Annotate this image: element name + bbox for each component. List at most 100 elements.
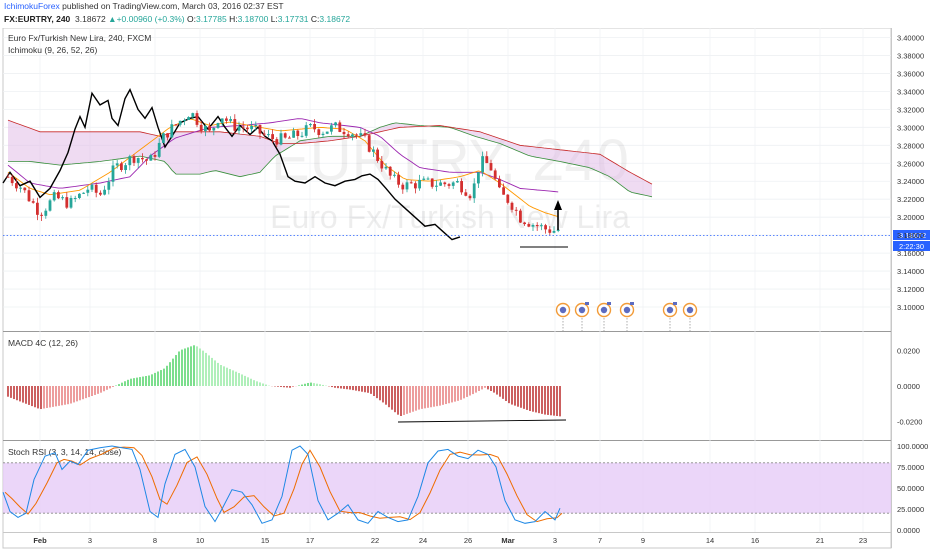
author-link[interactable]: IchimokuForex (4, 1, 60, 11)
candle-body (384, 166, 388, 169)
stoch-axis-label: 100.0000 (897, 442, 928, 451)
candle-body (527, 224, 531, 227)
candle-body (69, 198, 73, 208)
candle-body (15, 183, 18, 189)
macd-axis-label: 0.0000 (897, 382, 920, 391)
candle-body (183, 120, 186, 122)
candle-body (456, 181, 459, 183)
price-axis-label: 3.26000 (897, 159, 924, 168)
time-axis-label: 3 (553, 536, 557, 545)
macd-pane-title[interactable]: MACD 4C (12, 26) (8, 338, 78, 348)
chart-area[interactable]: EURTRY, 240 Euro Fx/Turkish New Lira Eur… (0, 28, 932, 550)
candle-body (132, 156, 136, 163)
candle-body (61, 197, 64, 199)
candle-body (73, 197, 77, 199)
candle-body (439, 182, 442, 186)
symbol-header: FX:EURTRY, 240 3.18672 ▲+0.00960 (+0.3%)… (4, 14, 351, 24)
candle-body (363, 133, 367, 136)
candle-body (187, 117, 190, 121)
candle-body (485, 156, 489, 164)
candle-body (6, 176, 10, 178)
candle-body (300, 135, 304, 137)
candle-body (422, 178, 426, 180)
macd-axis-label: -0.0200 (897, 418, 922, 427)
candle-body (304, 125, 308, 136)
time-axis-label: 17 (306, 536, 314, 545)
candle-body (544, 225, 547, 230)
candle-body (418, 179, 421, 189)
candle-body (191, 113, 195, 118)
candle-body (115, 163, 119, 166)
candle-body (149, 155, 153, 161)
candle-body (372, 149, 375, 152)
candle-body (502, 187, 505, 195)
event-flag-icon (607, 302, 611, 305)
symbol-label[interactable]: FX:EURTRY, 240 (4, 14, 70, 24)
ichimoku-legend[interactable]: Ichimoku (9, 26, 52, 26) (8, 45, 97, 55)
price-axis-label: 3.40000 (897, 33, 924, 42)
time-axis-label: 3 (88, 536, 92, 545)
candle-body (292, 130, 295, 138)
candle-body (225, 118, 228, 121)
main-pane-title: Euro Fx/Turkish New Lira, 240, FXCM (8, 33, 151, 43)
candle-body (330, 125, 333, 132)
event-marker (619, 302, 635, 331)
candle-body (388, 166, 392, 176)
candle-body (107, 181, 111, 190)
time-axis-label: 15 (261, 536, 269, 545)
candle-body (523, 222, 526, 225)
candle-body (212, 127, 216, 131)
price-axis-label: 3.24000 (897, 177, 924, 186)
candle-body (409, 182, 413, 184)
candle-body (23, 187, 27, 191)
candle-body (493, 170, 497, 179)
high-value: 3.18700 (237, 14, 269, 24)
event-flag-icon (585, 302, 589, 305)
price-axis-label: 3.28000 (897, 141, 924, 150)
candle-body (254, 124, 258, 127)
time-axis-label: 26 (464, 536, 472, 545)
candle-body (195, 113, 199, 125)
candle-body (199, 124, 203, 132)
candle-body (44, 210, 48, 216)
stoch-axis-label: 25.0000 (897, 505, 924, 514)
candle-body (535, 224, 539, 227)
candle-body (279, 133, 283, 145)
price-axis-label: 3.38000 (897, 51, 924, 60)
candle-body (346, 134, 350, 137)
candle-body (153, 155, 157, 157)
stoch-pane-title[interactable]: Stoch RSI (3, 3, 14, 14, close) (8, 447, 122, 457)
candle-body (233, 119, 237, 131)
price-axis-label: 3.12000 (897, 285, 924, 294)
publish-header: IchimokuForex published on TradingView.c… (0, 0, 932, 13)
candle-body (426, 178, 430, 180)
price-axis-label: 3.30000 (897, 123, 924, 132)
candle-body (288, 137, 291, 139)
candle-body (40, 214, 43, 216)
candle-body (57, 192, 60, 199)
macd-histogram (7, 345, 561, 417)
candle-body (451, 182, 455, 186)
candle-body (136, 157, 140, 163)
candle-body (170, 124, 174, 138)
candle-body (359, 133, 363, 136)
candle-body (380, 160, 384, 169)
candle-body (157, 142, 161, 157)
event-icon (600, 306, 608, 314)
candle-body (31, 201, 35, 203)
candle-body (111, 165, 115, 182)
candle-body (313, 124, 316, 130)
candle-body (241, 126, 245, 128)
candle-body (262, 133, 266, 135)
candle-body (250, 126, 253, 130)
close-value: 3.18672 (319, 14, 351, 24)
candle-body (48, 200, 52, 211)
event-icon (666, 306, 674, 314)
candle-body (325, 131, 329, 134)
candle-body (435, 185, 438, 187)
candle-body (124, 165, 127, 171)
candle-body (246, 127, 249, 130)
candle-body (220, 118, 224, 124)
price-change: +0.00960 (+0.3%) (116, 14, 185, 24)
candle-body (393, 174, 396, 176)
